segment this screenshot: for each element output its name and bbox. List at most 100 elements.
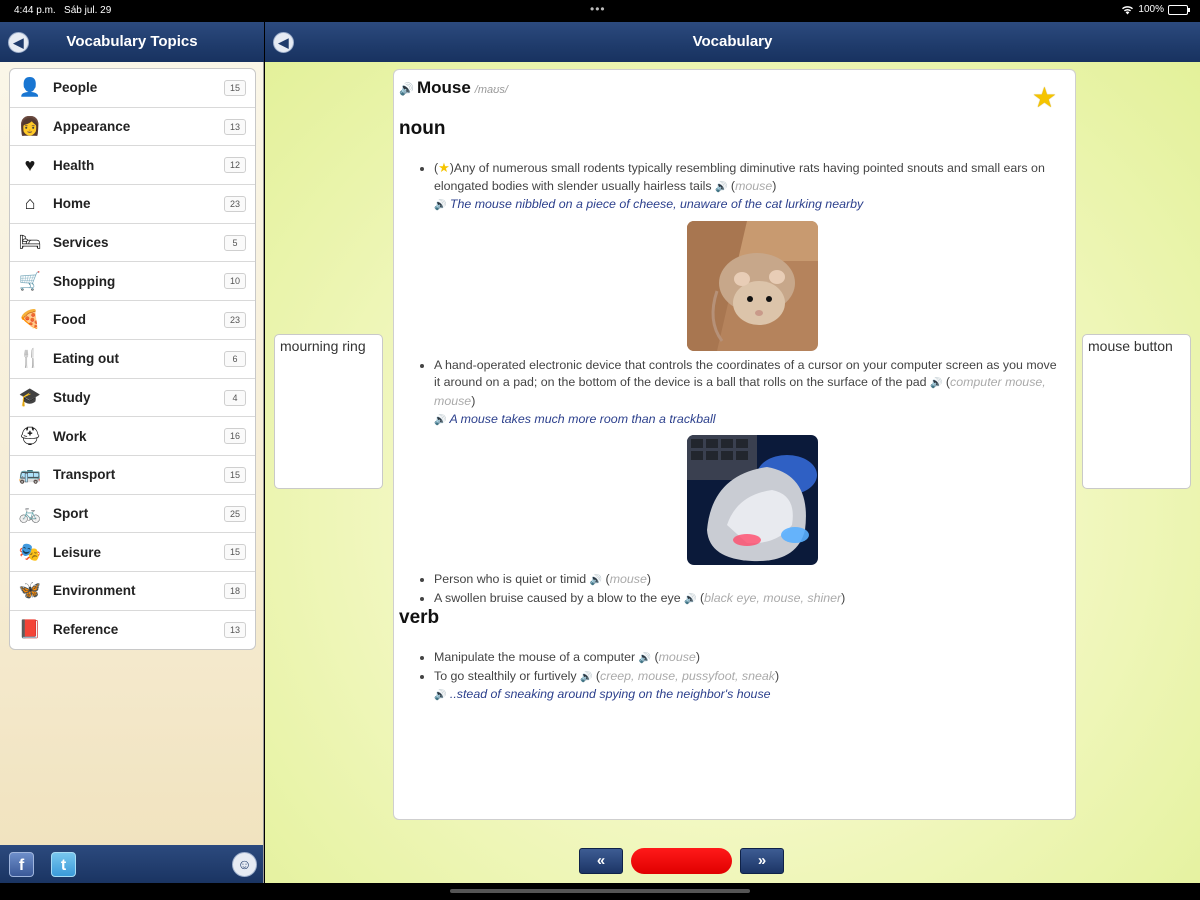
sidebar-item-label: Health: [53, 157, 95, 173]
list-item: To go stealthily or furtively 🔊 (creep, …: [434, 668, 1064, 705]
play-indicator-button[interactable]: [631, 848, 732, 874]
sidebar-item-label: Shopping: [53, 273, 116, 289]
synonyms: creep, mouse, pussyfoot, sneak: [600, 668, 775, 683]
topic-count-badge: 25: [224, 505, 246, 522]
topic-icon: 📕: [18, 619, 42, 640]
topic-icon: 🚌: [18, 464, 42, 485]
speaker-icon[interactable]: 🔊: [590, 575, 602, 586]
sidebar-item-appearance[interactable]: 👩 Appearance 13: [10, 108, 255, 147]
synonyms: mouse: [609, 572, 647, 587]
example-sentence: 🔊 The mouse nibbled on a piece of cheese…: [434, 197, 864, 212]
topic-icon: 🎭: [18, 541, 42, 562]
sidebar-item-label: Transport: [53, 467, 116, 483]
verb-senses: Manipulate the mouse of a computer 🔊 (mo…: [434, 649, 1064, 705]
topic-icon: 🍴: [18, 348, 42, 369]
sidebar-item-transport[interactable]: 🚌 Transport 15: [10, 456, 255, 495]
prev-word-card[interactable]: mourning ring: [274, 334, 383, 489]
sidebar-item-label: Study: [53, 389, 91, 405]
topic-count-badge: 4: [224, 389, 246, 406]
topic-icon: 👤: [18, 77, 42, 98]
speaker-icon[interactable]: 🔊: [434, 200, 446, 211]
example-sentence: 🔊 ..stead of sneaking around spying on t…: [434, 687, 771, 702]
sidebar-item-eating-out[interactable]: 🍴 Eating out 6: [10, 340, 255, 379]
topic-count-badge: 13: [224, 118, 246, 135]
computer-mouse-image: [687, 435, 818, 566]
battery-percent: 100%: [1138, 4, 1164, 15]
sidebar-item-label: Reference: [53, 622, 119, 638]
sidebar-item-reference[interactable]: 📕 Reference 13: [10, 611, 255, 650]
list-item: Manipulate the mouse of a computer 🔊 (mo…: [434, 649, 1064, 668]
sidebar-item-label: Food: [53, 312, 86, 328]
mouse-animal-image: [687, 220, 818, 351]
speaker-icon[interactable]: 🔊: [715, 182, 727, 193]
sidebar-title: Vocabulary Topics: [66, 33, 198, 50]
pronunciation: /maʊs/: [474, 84, 508, 96]
synonyms: mouse: [658, 650, 696, 664]
sidebar-item-food[interactable]: 🍕 Food 23: [10, 301, 255, 340]
sidebar-item-label: Environment: [53, 583, 136, 599]
topic-count-badge: 15: [224, 80, 246, 96]
speaker-icon[interactable]: 🔊: [930, 378, 942, 389]
accessibility-icon[interactable]: ☺: [232, 852, 257, 877]
sidebar-item-home[interactable]: ⌂ Home 23: [10, 185, 255, 224]
topic-icon: 🦋: [18, 580, 42, 601]
topic-count-badge: 10: [224, 273, 246, 290]
sidebar-item-work[interactable]: ⛑ Work 16: [10, 417, 255, 456]
sidebar-item-shopping[interactable]: 🛒 Shopping 10: [10, 262, 255, 302]
topic-icon: ♥: [24, 154, 36, 175]
speaker-icon[interactable]: 🔊: [434, 690, 446, 701]
noun-heading: noun: [399, 118, 446, 139]
twitter-icon[interactable]: t: [51, 852, 76, 877]
list-item: Person who is quiet or timid 🔊 (mouse): [434, 571, 1064, 590]
sidebar-item-leisure[interactable]: 🎭 Leisure 15: [10, 533, 255, 572]
status-bar: 4:44 p.m. Sáb jul. 29 ••• 100%: [0, 0, 1200, 22]
facebook-icon[interactable]: f: [9, 852, 34, 877]
home-indicator-bar: [0, 883, 1200, 900]
sidebar-item-label: Sport: [53, 505, 89, 521]
multitasking-dots[interactable]: •••: [590, 2, 606, 16]
speaker-icon[interactable]: 🔊: [639, 653, 651, 664]
sidebar-bottom-bar: f t ☺: [0, 845, 264, 883]
sidebar-item-health[interactable]: ♥ Health 12: [10, 146, 255, 186]
topic-count-badge: 16: [224, 428, 246, 445]
topic-count-badge: 15: [224, 544, 246, 561]
sidebar: 👤 People 15 👩 Appearance 13 ♥ Health 12 ⌂ Home 23 🛏 S…: [0, 62, 264, 845]
sidebar-item-label: Home: [53, 196, 91, 212]
sidebar-item-environment[interactable]: 🦋 Environment 18: [10, 572, 255, 611]
sidebar-item-label: Leisure: [53, 544, 102, 560]
synonyms: black eye, mouse, shiner: [704, 590, 842, 605]
sidebar-item-sport[interactable]: 🚲 Sport 25: [10, 495, 255, 534]
main-navbar: ◀ Vocabulary: [265, 22, 1200, 62]
back-arrow-icon[interactable]: ◀: [8, 32, 29, 53]
speaker-icon[interactable]: 🔊: [580, 672, 592, 683]
speaker-icon[interactable]: 🔊: [684, 594, 696, 605]
word-card: 🔊 Mouse /maʊs/ ★ noun (★)Any of numerous…: [393, 69, 1076, 820]
next-word-card[interactable]: mouse button: [1082, 334, 1191, 489]
sidebar-item-people[interactable]: 👤 People 15: [10, 69, 255, 108]
verb-heading: verb: [399, 607, 440, 628]
home-indicator[interactable]: [450, 889, 750, 893]
speaker-icon[interactable]: 🔊: [399, 82, 414, 96]
prev-word-label: mourning ring: [280, 338, 366, 354]
next-word-button[interactable]: »: [740, 848, 784, 874]
speaker-icon[interactable]: 🔊: [434, 415, 446, 426]
topic-list: 👤 People 15 👩 Appearance 13 ♥ Health 12 ⌂ Home 23 🛏 S…: [9, 68, 256, 651]
topic-count-badge: 12: [224, 157, 246, 174]
page-title: Vocabulary: [692, 33, 773, 50]
topic-icon: 🎓: [18, 386, 42, 407]
favorite-star-icon[interactable]: ★: [1032, 84, 1057, 112]
previous-word-button[interactable]: «: [579, 848, 623, 874]
topic-count-badge: 18: [224, 582, 246, 599]
topic-count-badge: 23: [224, 312, 246, 329]
main-content: mourning ring mouse button 🔊 Mouse /maʊs…: [265, 62, 1200, 883]
topic-count-badge: 23: [224, 196, 246, 213]
collapse-sidebar-icon[interactable]: ◀: [273, 32, 294, 53]
next-word-label: mouse button: [1088, 338, 1173, 354]
list-item: A swollen bruise caused by a blow to the…: [434, 590, 1064, 609]
sidebar-item-label: Eating out: [53, 351, 119, 367]
battery-icon: [1168, 4, 1190, 15]
sidebar-item-label: People: [53, 80, 98, 96]
sidebar-item-study[interactable]: 🎓 Study 4: [10, 379, 255, 418]
sidebar-item-services[interactable]: 🛏 Services 5: [10, 224, 255, 263]
list-item: A hand-operated electronic device that c…: [434, 357, 1064, 566]
